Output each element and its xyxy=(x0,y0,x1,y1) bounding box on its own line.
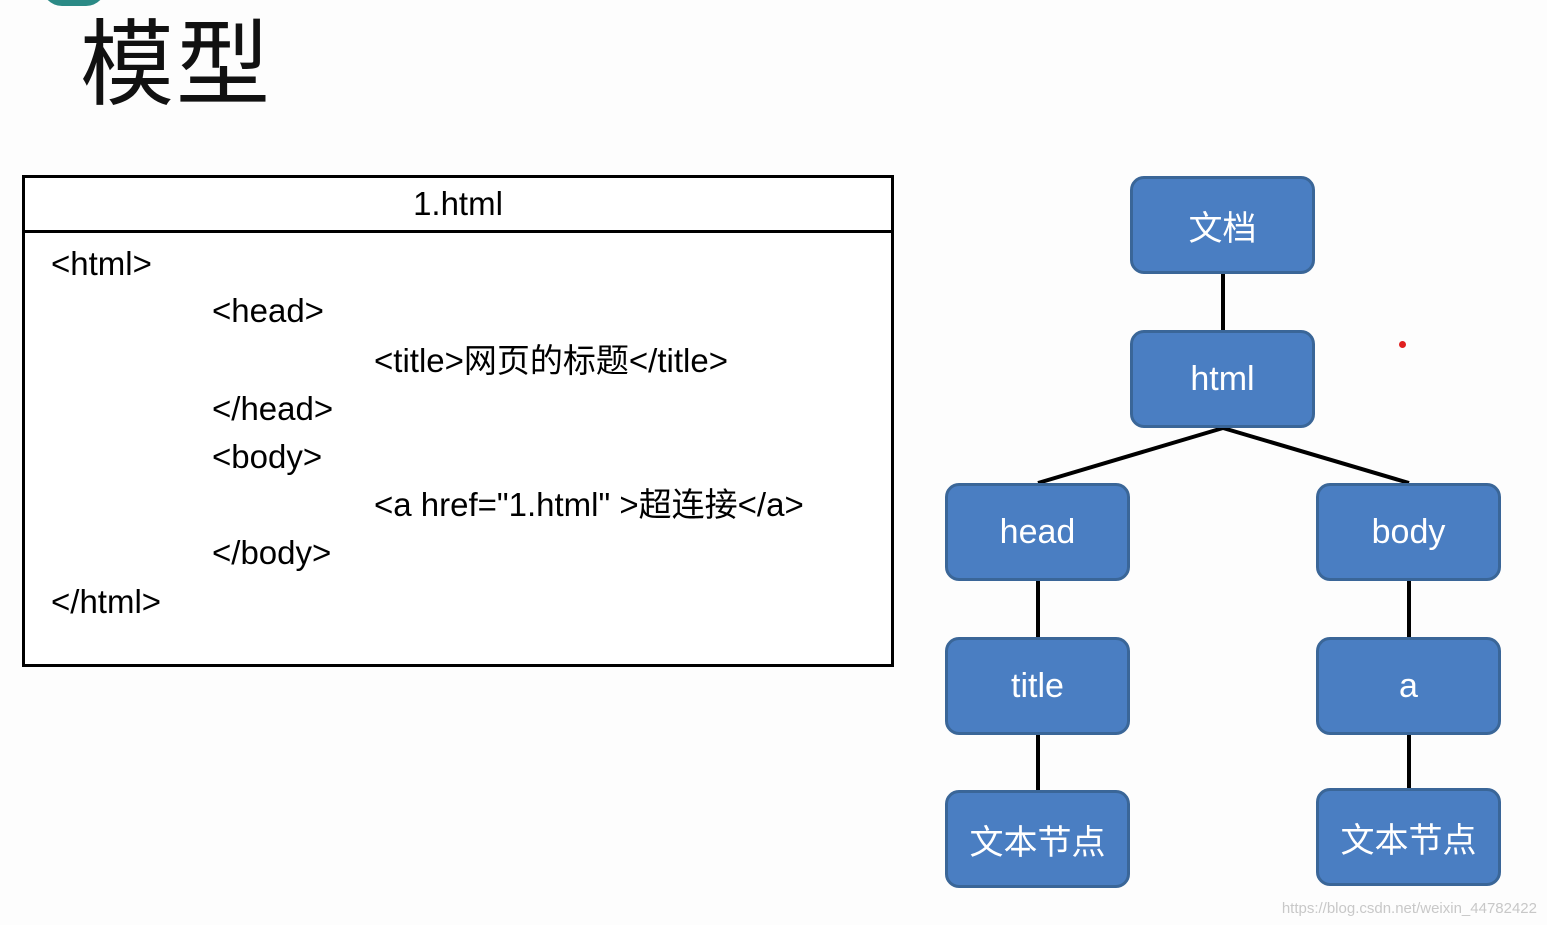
edge-html-body xyxy=(1222,426,1410,485)
tree-node-html: html xyxy=(1130,330,1315,428)
tree-node-text-left: 文本节点 xyxy=(945,790,1130,888)
tree-node-title: title xyxy=(945,637,1130,735)
tree-node-head: head xyxy=(945,483,1130,581)
dom-tree-connectors xyxy=(1036,274,1411,790)
slide: 模型 1.html <html> <head> <title>网页的标题</ti… xyxy=(0,0,1547,925)
edge-html-head xyxy=(1037,426,1224,485)
tree-node-document: 文档 xyxy=(1130,176,1315,274)
red-dot-marker xyxy=(1399,341,1406,348)
tree-node-text-right: 文本节点 xyxy=(1316,788,1501,886)
tree-node-a: a xyxy=(1316,637,1501,735)
tree-node-body: body xyxy=(1316,483,1501,581)
watermark: https://blog.csdn.net/weixin_44782422 xyxy=(1281,900,1537,917)
